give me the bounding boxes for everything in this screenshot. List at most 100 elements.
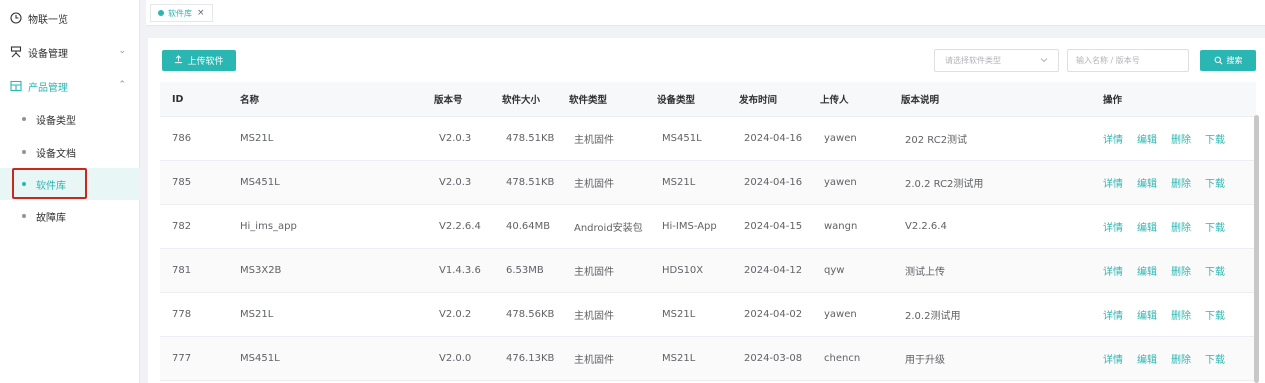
sidebar-item-device-management[interactable]: 设备管理 ⌄ bbox=[0, 36, 140, 68]
delete-link[interactable]: 删除 bbox=[1171, 351, 1191, 366]
delete-link[interactable]: 删除 bbox=[1171, 219, 1191, 234]
details-link[interactable]: 详情 bbox=[1103, 219, 1123, 234]
sidebar-item-label: 物联一览 bbox=[28, 14, 68, 26]
cell-version: V2.0.3 bbox=[439, 133, 472, 144]
main-panel: 上传软件 请选择软件类型 输入名称 / 版本号 搜索 ID 名称 版本号 软件大… bbox=[148, 38, 1265, 383]
sidebar: 物联一览 设备管理 ⌄ 产品管理 ⌃ 设备类型 设备文档 软件库 故障库 bbox=[0, 0, 140, 383]
download-link[interactable]: 下载 bbox=[1205, 263, 1225, 278]
delete-link[interactable]: 删除 bbox=[1171, 131, 1191, 146]
cell-name: MS21L bbox=[240, 133, 274, 144]
cell-notes: 用于升级 bbox=[905, 355, 945, 366]
details-link[interactable]: 详情 bbox=[1103, 307, 1123, 322]
col-header-release-date: 发布时间 bbox=[739, 95, 778, 106]
col-header-actions: 操作 bbox=[1103, 95, 1123, 106]
edit-link[interactable]: 编辑 bbox=[1137, 175, 1157, 190]
cell-uploader: yawen bbox=[824, 133, 857, 144]
col-header-size: 软件大小 bbox=[502, 95, 541, 106]
download-link[interactable]: 下载 bbox=[1205, 219, 1225, 234]
cell-uploader: wangn bbox=[824, 221, 858, 232]
cell-release-date: 2024-04-02 bbox=[744, 309, 803, 320]
upload-icon bbox=[174, 54, 183, 67]
sidebar-subitem-fault-library[interactable]: 故障库 bbox=[0, 200, 140, 232]
cell-version: V2.0.3 bbox=[439, 177, 472, 188]
edit-link[interactable]: 编辑 bbox=[1137, 219, 1157, 234]
details-link[interactable]: 详情 bbox=[1103, 263, 1123, 278]
chevron-down-icon bbox=[1040, 56, 1048, 66]
search-button[interactable]: 搜索 bbox=[1200, 50, 1256, 71]
details-link[interactable]: 详情 bbox=[1103, 351, 1123, 366]
cell-notes: 测试上传 bbox=[905, 267, 945, 278]
sidebar-subitem-device-types[interactable]: 设备类型 bbox=[0, 103, 140, 135]
row-actions: 详情 编辑 删除 下载 bbox=[1103, 205, 1239, 248]
cell-id: 785 bbox=[172, 177, 192, 188]
table-row: 782 Hi_ims_app V2.2.6.4 40.64MB Android安装包 Hi… bbox=[160, 205, 1256, 249]
cell-size: 478.51KB bbox=[506, 177, 555, 188]
cell-device-type: MS451L bbox=[662, 133, 702, 144]
edit-link[interactable]: 编辑 bbox=[1137, 307, 1157, 322]
cell-software-type: 主机固件 bbox=[574, 267, 614, 278]
tab-bar: 软件库 × bbox=[146, 0, 1265, 26]
highlight-annotation-box bbox=[12, 168, 87, 199]
col-header-device-type: 设备类型 bbox=[657, 95, 696, 106]
cell-version: V2.2.6.4 bbox=[439, 221, 481, 232]
sidebar-subitem-device-docs[interactable]: 设备文档 bbox=[0, 136, 140, 168]
col-header-name: 名称 bbox=[240, 95, 260, 106]
cell-device-type: MS21L bbox=[662, 177, 696, 188]
row-actions: 详情 编辑 删除 下载 bbox=[1103, 249, 1239, 292]
cell-notes: 2.0.2 RC2测试用 bbox=[905, 179, 984, 190]
download-link[interactable]: 下载 bbox=[1205, 131, 1225, 146]
search-label: 搜索 bbox=[1226, 56, 1243, 65]
edit-link[interactable]: 编辑 bbox=[1137, 131, 1157, 146]
cell-size: 478.56KB bbox=[506, 309, 555, 320]
download-link[interactable]: 下载 bbox=[1205, 307, 1225, 322]
cell-uploader: qyw bbox=[824, 265, 845, 276]
software-table: ID 名称 版本号 软件大小 软件类型 设备类型 发布时间 上传人 版本说明 操… bbox=[160, 82, 1256, 381]
row-actions: 详情 编辑 删除 下载 bbox=[1103, 293, 1239, 336]
chevron-up-icon: ⌃ bbox=[118, 80, 126, 90]
scrollbar[interactable] bbox=[1254, 115, 1259, 383]
cell-device-type: Hi-IMS-App bbox=[662, 221, 717, 232]
details-link[interactable]: 详情 bbox=[1103, 131, 1123, 146]
delete-link[interactable]: 删除 bbox=[1171, 263, 1191, 278]
sidebar-item-product-management[interactable]: 产品管理 ⌃ bbox=[0, 70, 140, 102]
cell-release-date: 2024-04-12 bbox=[744, 265, 803, 276]
close-icon[interactable]: × bbox=[197, 8, 205, 18]
cell-size: 40.64MB bbox=[506, 221, 551, 232]
cell-software-type: 主机固件 bbox=[574, 311, 614, 322]
table-row: 777 MS451L V2.0.0 476.13KB 主机固件 MS21L 2024-03-… bbox=[160, 337, 1256, 381]
cell-size: 478.51KB bbox=[506, 133, 555, 144]
edit-link[interactable]: 编辑 bbox=[1137, 351, 1157, 366]
delete-link[interactable]: 删除 bbox=[1171, 307, 1191, 322]
col-header-software-type: 软件类型 bbox=[569, 95, 608, 106]
sidebar-subitem-label: 设备类型 bbox=[36, 115, 76, 127]
cell-name: MS451L bbox=[240, 353, 280, 364]
row-actions: 详情 编辑 删除 下载 bbox=[1103, 161, 1239, 204]
download-link[interactable]: 下载 bbox=[1205, 351, 1225, 366]
chevron-down-icon: ⌄ bbox=[118, 46, 126, 56]
tab-software-library[interactable]: 软件库 × bbox=[150, 4, 213, 22]
edit-link[interactable]: 编辑 bbox=[1137, 263, 1157, 278]
cell-release-date: 2024-04-16 bbox=[744, 133, 803, 144]
sidebar-item-overview[interactable]: 物联一览 bbox=[0, 2, 140, 34]
active-dot-icon bbox=[158, 10, 164, 16]
delete-link[interactable]: 删除 bbox=[1171, 175, 1191, 190]
details-link[interactable]: 详情 bbox=[1103, 175, 1123, 190]
product-icon bbox=[10, 80, 22, 92]
search-input[interactable]: 输入名称 / 版本号 bbox=[1067, 49, 1189, 72]
upload-software-button[interactable]: 上传软件 bbox=[162, 50, 236, 71]
download-link[interactable]: 下载 bbox=[1205, 175, 1225, 190]
upload-label: 上传软件 bbox=[187, 57, 224, 67]
cell-version: V2.0.2 bbox=[439, 309, 472, 320]
col-header-notes: 版本说明 bbox=[901, 95, 940, 106]
cell-id: 786 bbox=[172, 133, 192, 144]
table-row: 778 MS21L V2.0.2 478.56KB 主机固件 MS21L 2024-04-0… bbox=[160, 293, 1256, 337]
cell-version: V2.0.0 bbox=[439, 353, 472, 364]
cell-id: 782 bbox=[172, 221, 192, 232]
cell-id: 778 bbox=[172, 309, 192, 320]
bullet-icon bbox=[22, 214, 26, 218]
cell-name: MS451L bbox=[240, 177, 280, 188]
cell-release-date: 2024-03-08 bbox=[744, 353, 803, 364]
cell-uploader: yawen bbox=[824, 177, 857, 188]
software-type-select[interactable]: 请选择软件类型 bbox=[934, 49, 1059, 72]
table-row: 781 MS3X2B V1.4.3.6 6.53MB 主机固件 HDS10X 2024-04… bbox=[160, 249, 1256, 293]
